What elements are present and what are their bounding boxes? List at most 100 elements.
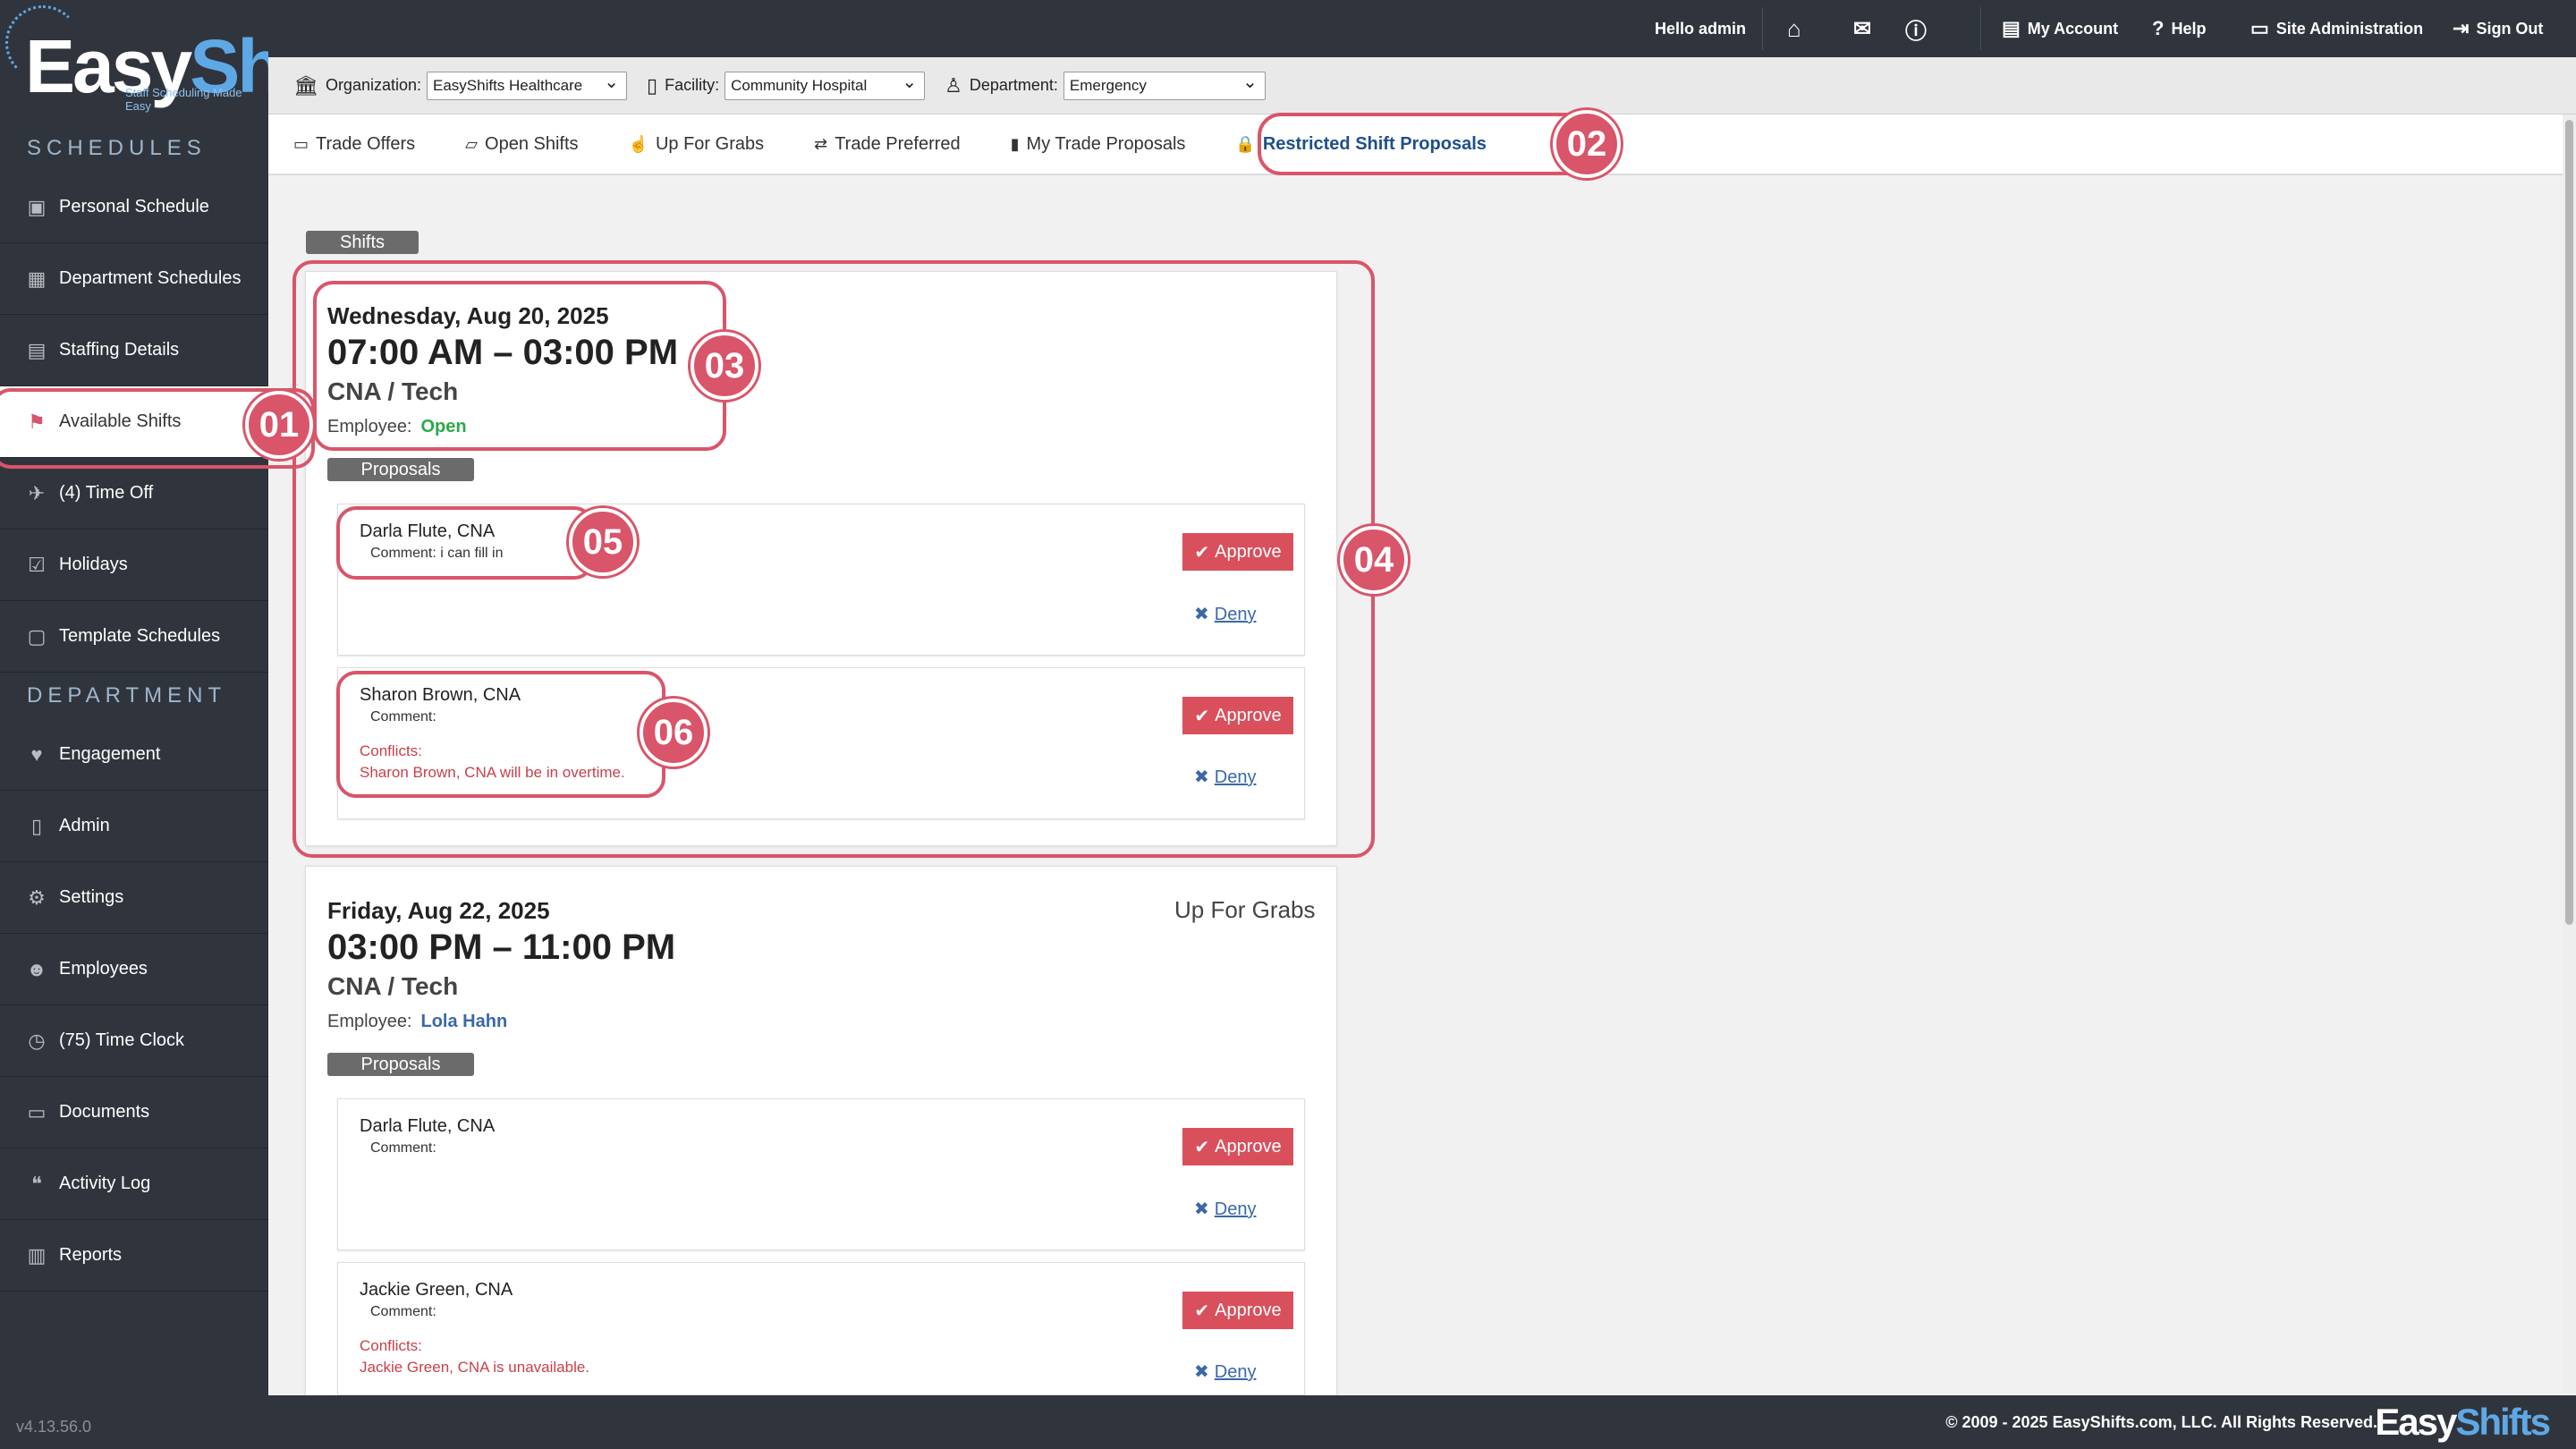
organization-icon: 🏛: [293, 73, 318, 97]
heartbeat-icon: ♥: [30, 742, 43, 766]
employee-value[interactable]: Lola Hahn: [421, 1012, 508, 1031]
callout-badge-04: 04: [1340, 526, 1408, 594]
scrollbar-thumb[interactable]: [2565, 120, 2573, 925]
sidebar-item-label: Personal Schedule: [59, 197, 209, 216]
tab-trade-offers[interactable]: ▭ Trade Offers: [268, 114, 440, 174]
bar-chart-icon: ▥: [27, 1243, 47, 1267]
sidebar-item-label: Staffing Details: [59, 340, 180, 360]
tab-label: Open Shifts: [485, 133, 579, 154]
approve-button[interactable]: ✔ Approve: [1182, 1292, 1293, 1329]
sidebar-item-documents[interactable]: ▭ Documents: [0, 1077, 268, 1148]
top-bar: Hello admin ⌂ ✉ ⓘ ▤ My Account ? Help ▭ Sit…: [268, 0, 2576, 57]
briefcase-icon: ▤: [2002, 17, 2021, 39]
scrollbar[interactable]: [2563, 114, 2576, 1394]
facility-icon: ▯: [647, 73, 658, 97]
sidebar-item-label: Engagement: [59, 744, 161, 764]
sidebar-item-engagement[interactable]: ♥ Engagement: [0, 719, 268, 791]
shift-time: 03:00 PM – 11:00 PM: [327, 928, 676, 967]
my-account-link[interactable]: ▤ My Account: [2002, 0, 2118, 57]
facility-label: Facility:: [665, 76, 720, 94]
tab-open-shifts[interactable]: ▱ Open Shifts: [440, 114, 603, 174]
callout-badge-06: 06: [640, 699, 708, 767]
sidebar-item-department-schedules[interactable]: ▦ Department Schedules: [0, 243, 268, 315]
check-icon: ✔: [1194, 1137, 1210, 1157]
footer-logo: EasyShifts: [2375, 1401, 2551, 1444]
footer-logo-word-easy: Easy: [2375, 1401, 2457, 1443]
sidebar-item-label: Settings: [59, 887, 124, 907]
sidebar-item-holidays[interactable]: ☑ Holidays: [0, 530, 268, 601]
sidebar-item-label: Admin: [59, 816, 110, 835]
tab-label: Trade Offers: [316, 133, 416, 154]
department-label: Department:: [969, 76, 1058, 94]
sidebar-item-reports[interactable]: ▥ Reports: [0, 1220, 268, 1292]
footer-logo-word-shifts: Shifts: [2455, 1401, 2551, 1443]
close-icon: ✖: [1194, 1362, 1209, 1382]
sidebar-item-admin[interactable]: ▯ Admin: [0, 791, 268, 862]
callout-highlight-06: [336, 671, 665, 798]
logo-ring-icon: [5, 5, 80, 80]
help-link[interactable]: ? Help: [2152, 0, 2206, 57]
shifts-heading: Shifts: [306, 231, 419, 254]
sidebar-item-settings[interactable]: ⚙ Settings: [0, 862, 268, 934]
organization-label: Organization:: [325, 76, 421, 94]
table-icon: ▤: [27, 338, 47, 361]
tab-trade-preferred[interactable]: ⇄ Trade Preferred: [789, 114, 986, 174]
tab-my-trade-proposals[interactable]: ▮ My Trade Proposals: [986, 114, 1211, 174]
calendar-icon: ▢: [27, 624, 47, 648]
deny-label: Deny: [1214, 1199, 1257, 1219]
section-heading-schedules: SCHEDULES: [27, 136, 207, 160]
approve-label: Approve: [1215, 1136, 1282, 1157]
organization-select[interactable]: EasyShifts Healthcare: [427, 71, 627, 100]
sidebar-item-label: Holidays: [59, 555, 128, 574]
callout-badge-02: 02: [1553, 110, 1621, 178]
sidebar-item-staffing-details[interactable]: ▤ Staffing Details: [0, 315, 268, 386]
monitor-icon: ▭: [2250, 17, 2269, 39]
proposals-heading: Proposals: [327, 1053, 474, 1076]
footer: © 2009 - 2025 EasyShifts.com, LLC. All R…: [268, 1395, 2576, 1449]
sidebar-item-label: (4) Time Off: [59, 483, 154, 503]
info-icon[interactable]: ⓘ: [1905, 0, 1927, 57]
shift-role: CNA / Tech: [327, 972, 459, 1000]
tab-up-for-grabs[interactable]: ☝ Up For Grabs: [604, 114, 790, 174]
mail-icon[interactable]: ✉: [1853, 0, 1871, 57]
calendar-grid-icon: ▦: [27, 267, 47, 290]
sign-out-icon: ⇥: [2453, 17, 2470, 39]
conflicts-label: Conflicts:: [360, 1337, 422, 1354]
section-heading-department: DEPARTMENT: [27, 683, 227, 708]
tab-label: My Trade Proposals: [1026, 133, 1186, 154]
sidebar-item-template-schedules[interactable]: ▢ Template Schedules: [0, 601, 268, 673]
conflict-text: Jackie Green, CNA is unavailable.: [360, 1359, 590, 1376]
sidebar-item-label: Template Schedules: [59, 626, 221, 646]
callout-badge-05: 05: [569, 508, 637, 576]
deny-link[interactable]: ✖ Deny: [1194, 1198, 1256, 1220]
help-label: Help: [2171, 19, 2207, 38]
approve-button[interactable]: ✔ Approve: [1182, 1128, 1293, 1165]
sidebar-item-time-clock[interactable]: ◷ (75) Time Clock: [0, 1005, 268, 1077]
folder-open-icon: ▱: [465, 134, 479, 153]
approve-label: Approve: [1215, 1300, 1282, 1320]
sidebar-item-activity-log[interactable]: ❝ Activity Log: [0, 1148, 268, 1220]
logo[interactable]: EasyShifts Staff Scheduling Made Easy: [0, 0, 386, 125]
sidebar: EasyShifts Staff Scheduling Made Easy SC…: [0, 0, 386, 1449]
facility-select[interactable]: Community Hospital: [724, 71, 926, 100]
shift-employee: Employee: Lola Hahn: [327, 1012, 507, 1032]
sidebar-item-label: Employees: [59, 959, 148, 979]
my-account-label: My Account: [2027, 19, 2119, 38]
deny-link[interactable]: ✖ Deny: [1194, 1360, 1256, 1383]
sidebar-item-label: Documents: [59, 1102, 150, 1122]
question-icon: ?: [2152, 17, 2165, 39]
sidebar-item-employees[interactable]: ☻ Employees: [0, 934, 268, 1005]
site-administration-link[interactable]: ▭ Site Administration: [2250, 0, 2423, 57]
sign-out-link[interactable]: ⇥ Sign Out: [2453, 0, 2543, 57]
clipboard-icon: ▯: [30, 814, 43, 837]
callout-highlight-05: [336, 506, 594, 580]
sidebar-item-personal-schedule[interactable]: ▣ Personal Schedule: [0, 172, 268, 243]
plane-icon: ✈: [28, 481, 46, 504]
department-icon: ♙: [945, 73, 962, 97]
chat-icon: ❝: [31, 1172, 42, 1195]
home-icon[interactable]: ⌂: [1787, 0, 1801, 57]
department-select[interactable]: Emergency: [1063, 71, 1266, 100]
filter-bar: 🏛 Organization: EasyShifts Healthcare ▯ …: [268, 57, 2576, 114]
lock-icon: 🔒: [1235, 134, 1256, 153]
sidebar-item-time-off[interactable]: ✈ (4) Time Off: [0, 458, 268, 530]
